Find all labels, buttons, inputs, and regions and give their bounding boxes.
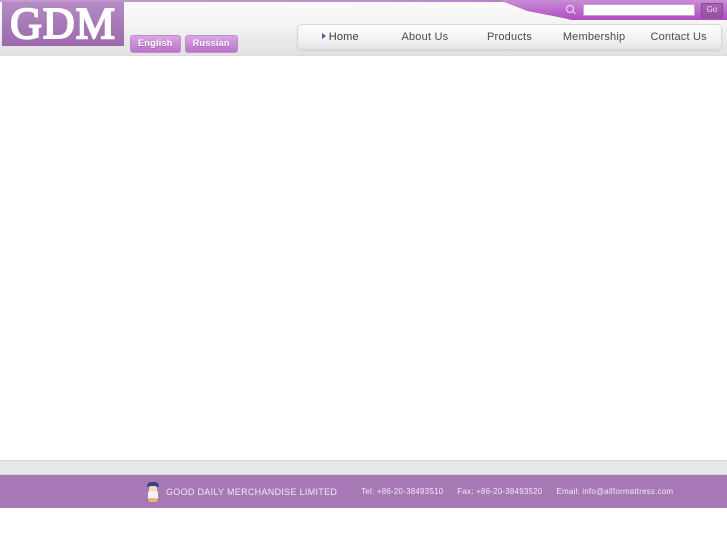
search-input[interactable]: [583, 4, 695, 16]
footer-contact-info: Tel: +86-20-38493510 Fax: +86-20-3849352…: [361, 487, 673, 496]
logo-text: GDM: [9, 0, 116, 48]
footer-company-name: GOOD DAILY MERCHANDISE LIMITED: [166, 486, 338, 497]
nav-item-products[interactable]: Products: [467, 31, 552, 43]
nav-bullet-icon: [321, 33, 326, 39]
site-footer: GOOD DAILY MERCHANDISE LIMITED Tel: +86-…: [0, 475, 727, 508]
search-area: Go: [565, 2, 723, 18]
main-navigation: Home About Us Products Membership Contac…: [297, 24, 722, 50]
language-button-russian[interactable]: Russian: [184, 35, 238, 53]
nav-item-membership[interactable]: Membership: [552, 31, 637, 43]
language-button-english[interactable]: English: [130, 35, 181, 53]
search-go-button[interactable]: Go: [701, 2, 723, 18]
nav-item-home[interactable]: Home: [298, 31, 383, 43]
site-logo[interactable]: GDM: [2, 0, 124, 48]
footer-content: GOOD DAILY MERCHANDISE LIMITED Tel: +86-…: [146, 481, 673, 502]
mascot-icon: [146, 481, 160, 502]
language-switcher: English Russian: [130, 35, 238, 53]
footer-fax: Fax: +86-20-38493520: [457, 487, 543, 496]
nav-item-home-label: Home: [328, 31, 359, 43]
search-icon[interactable]: [565, 4, 577, 16]
footer-email[interactable]: Email: info@allformattress.com: [556, 487, 673, 496]
page-bottom-whitespace: [0, 508, 727, 545]
nav-item-about-us[interactable]: About Us: [383, 31, 468, 43]
footer-tel: Tel: +86-20-38493510: [361, 487, 444, 496]
mascot-legs-part: [149, 497, 157, 502]
site-header: GDM English Russian Go Home About Us Pro…: [0, 0, 727, 55]
footer-divider: [0, 460, 727, 475]
nav-item-contact-us[interactable]: Contact Us: [636, 31, 721, 43]
main-content-area: [0, 55, 727, 460]
